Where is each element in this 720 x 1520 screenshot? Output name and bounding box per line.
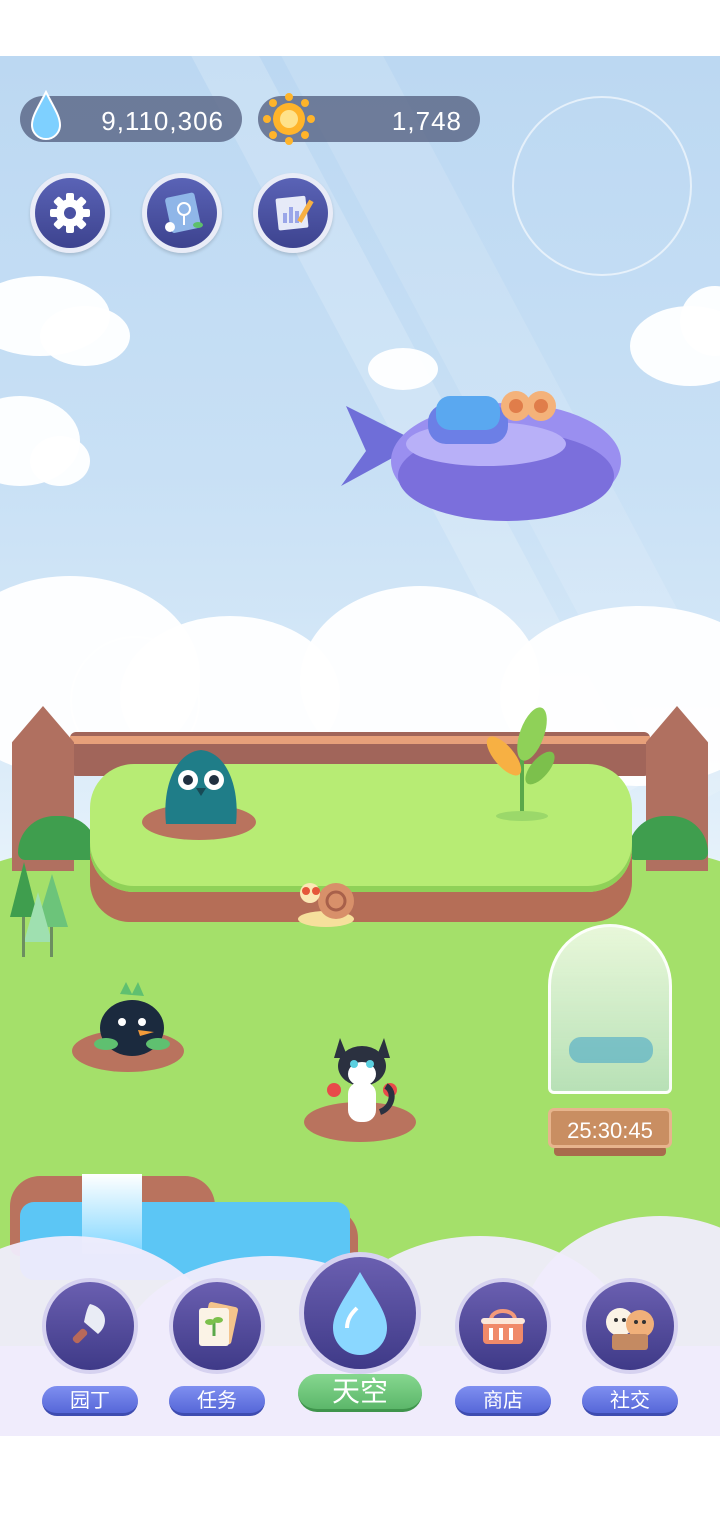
notebook-pencil-icon (275, 195, 314, 231)
water-drop-icon (333, 1272, 387, 1355)
records-button[interactable] (253, 173, 333, 253)
husky-dog-creature[interactable] (322, 1032, 402, 1128)
nav-tasks-label[interactable]: 任务 (169, 1386, 265, 1416)
settings-button[interactable] (30, 173, 110, 253)
seed-creature[interactable] (92, 982, 172, 1056)
encyclopedia-button[interactable] (142, 173, 222, 253)
nav-social-button[interactable] (582, 1278, 678, 1374)
plant-book-icon (165, 192, 203, 233)
water-amount: 9,110,306 (101, 106, 224, 136)
nav-sky-button[interactable] (299, 1252, 421, 1374)
task-cards-icon (199, 1302, 239, 1346)
whale-airship[interactable] (336, 366, 626, 531)
shopping-basket-icon (481, 1309, 525, 1344)
nav-gardener-button[interactable] (42, 1278, 138, 1374)
snail-creature[interactable] (296, 871, 360, 931)
decor-circle (512, 96, 692, 276)
nav-shop-label[interactable]: 商店 (455, 1386, 551, 1416)
water-drop-icon (28, 89, 64, 149)
pine-trees (10, 862, 68, 957)
nav-gardener-label[interactable]: 园丁 (42, 1386, 138, 1416)
nav-tasks-button[interactable] (169, 1278, 265, 1374)
nav-shop-button[interactable] (455, 1278, 551, 1374)
greenhouse-timer: 25:30:45 (548, 1108, 672, 1148)
nav-social-label[interactable]: 社交 (582, 1386, 678, 1416)
trowel-icon (72, 1304, 105, 1344)
sun-amount: 1,748 (391, 106, 462, 136)
water-counter: 9,110,306 (20, 89, 242, 142)
sprout-plant[interactable] (482, 704, 562, 822)
gear-icon (50, 193, 90, 233)
phone-screen: { "resources": { "water_amount": "9,110,… (0, 0, 720, 1520)
friends-icon (606, 1308, 654, 1350)
sun-counter: 1,748 (258, 93, 480, 145)
sun-icon (262, 92, 316, 153)
glass-dome[interactable] (548, 924, 672, 1094)
nav-sky-label[interactable]: 天空 (298, 1374, 422, 1412)
teal-bird-creature[interactable] (156, 746, 246, 826)
game-scene: 9,110,306 1,748 25:30:45 园丁 任务 天空 商店 社交 (0, 56, 720, 1436)
